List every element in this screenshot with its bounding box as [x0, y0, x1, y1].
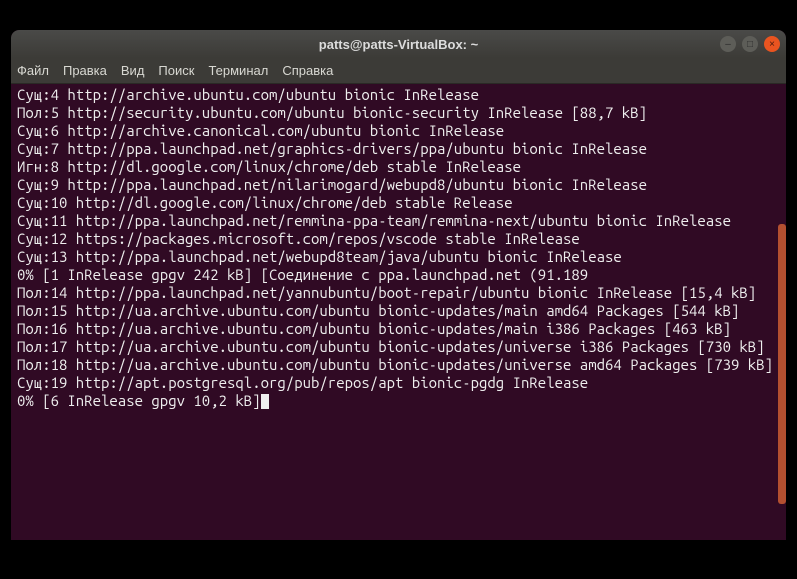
close-button[interactable]: ×	[764, 36, 780, 52]
output-line: Сущ:11 http://ppa.launchpad.net/remmina-…	[17, 212, 780, 230]
output-line: Сущ:19 http://apt.postgresql.org/pub/rep…	[17, 374, 780, 392]
minimize-button[interactable]: –	[720, 36, 736, 52]
output-line: Сущ:7 http://ppa.launchpad.net/graphics-…	[17, 140, 780, 158]
output-line: Пол:16 http://ua.archive.ubuntu.com/ubun…	[17, 320, 780, 338]
cursor	[261, 394, 269, 409]
output-line: Пол:14 http://ppa.launchpad.net/yannubun…	[17, 284, 780, 302]
menu-help[interactable]: Справка	[282, 63, 333, 78]
output-line: Пол:5 http://security.ubuntu.com/ubuntu …	[17, 104, 780, 122]
output-line: Пол:15 http://ua.archive.ubuntu.com/ubun…	[17, 302, 780, 320]
terminal-window: patts@patts-VirtualBox: ~ – □ × Файл Пра…	[11, 30, 786, 540]
terminal-output[interactable]: Сущ:4 http://archive.ubuntu.com/ubuntu b…	[11, 84, 786, 540]
window-title: patts@patts-VirtualBox: ~	[319, 37, 478, 52]
output-line: Сущ:10 http://dl.google.com/linux/chrome…	[17, 194, 780, 212]
menu-edit[interactable]: Правка	[63, 63, 107, 78]
output-line: Сущ:4 http://archive.ubuntu.com/ubuntu b…	[17, 86, 780, 104]
menu-file[interactable]: Файл	[17, 63, 49, 78]
output-line: Сущ:13 http://ppa.launchpad.net/webupd8t…	[17, 248, 780, 266]
maximize-button[interactable]: □	[742, 36, 758, 52]
output-line: 0% [6 InRelease gpgv 10,2 kB]	[17, 392, 780, 410]
output-line: Игн:8 http://dl.google.com/linux/chrome/…	[17, 158, 780, 176]
scrollbar[interactable]	[778, 224, 786, 504]
menu-search[interactable]: Поиск	[158, 63, 194, 78]
menu-view[interactable]: Вид	[121, 63, 145, 78]
titlebar[interactable]: patts@patts-VirtualBox: ~ – □ ×	[11, 30, 786, 58]
output-line: Сущ:12 https://packages.microsoft.com/re…	[17, 230, 780, 248]
output-line: Сущ:6 http://archive.canonical.com/ubunt…	[17, 122, 780, 140]
menu-terminal[interactable]: Терминал	[208, 63, 268, 78]
menubar: Файл Правка Вид Поиск Терминал Справка	[11, 58, 786, 84]
output-line: Пол:18 http://ua.archive.ubuntu.com/ubun…	[17, 356, 780, 374]
output-line: 0% [1 InRelease gpgv 242 kB] [Соединение…	[17, 266, 780, 284]
output-line: Пол:17 http://ua.archive.ubuntu.com/ubun…	[17, 338, 780, 356]
output-line: Сущ:9 http://ppa.launchpad.net/nilarimog…	[17, 176, 780, 194]
window-buttons: – □ ×	[720, 36, 780, 52]
